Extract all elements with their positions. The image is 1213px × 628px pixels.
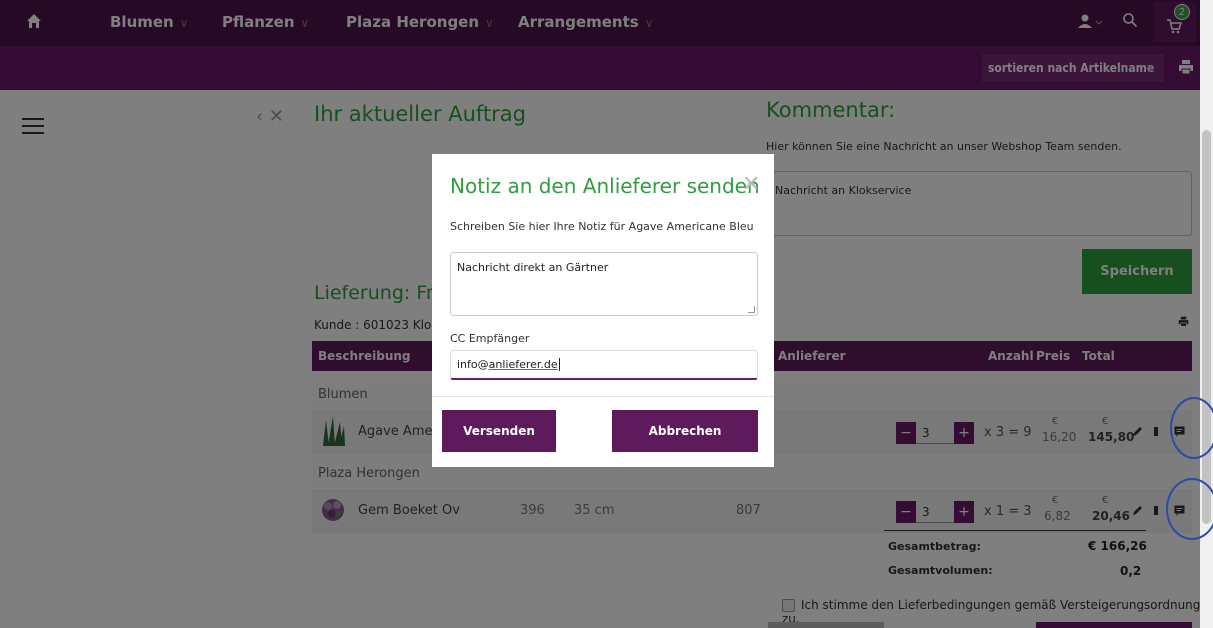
highlight-circle xyxy=(1166,478,1213,540)
resize-handle-icon[interactable] xyxy=(748,306,755,313)
dialog-title: Notiz an den Anlieferer senden xyxy=(450,174,760,198)
cc-label: CC Empfänger xyxy=(450,332,530,345)
text-cursor xyxy=(558,358,560,371)
note-text: Nachricht direkt an Gärtner xyxy=(457,261,609,274)
send-button[interactable]: Versenden xyxy=(442,410,556,452)
dialog-subtitle: Schreiben Sie hier Ihre Notiz für Agave … xyxy=(450,220,754,233)
close-icon[interactable]: ✕ xyxy=(742,172,760,197)
cc-email-domain: anlieferer.de xyxy=(488,358,558,371)
cc-email-input[interactable]: info@anlieferer.de xyxy=(450,350,758,380)
cc-email-prefix: info@ xyxy=(457,358,489,371)
note-textarea[interactable]: Nachricht direkt an Gärtner xyxy=(450,252,758,316)
supplier-note-dialog: Notiz an den Anlieferer senden ✕ Schreib… xyxy=(432,154,774,467)
cancel-button[interactable]: Abbrechen xyxy=(612,410,758,452)
dialog-divider xyxy=(432,396,774,397)
scrollbar-thumb[interactable] xyxy=(1202,130,1211,524)
highlight-circle xyxy=(1170,397,1213,459)
